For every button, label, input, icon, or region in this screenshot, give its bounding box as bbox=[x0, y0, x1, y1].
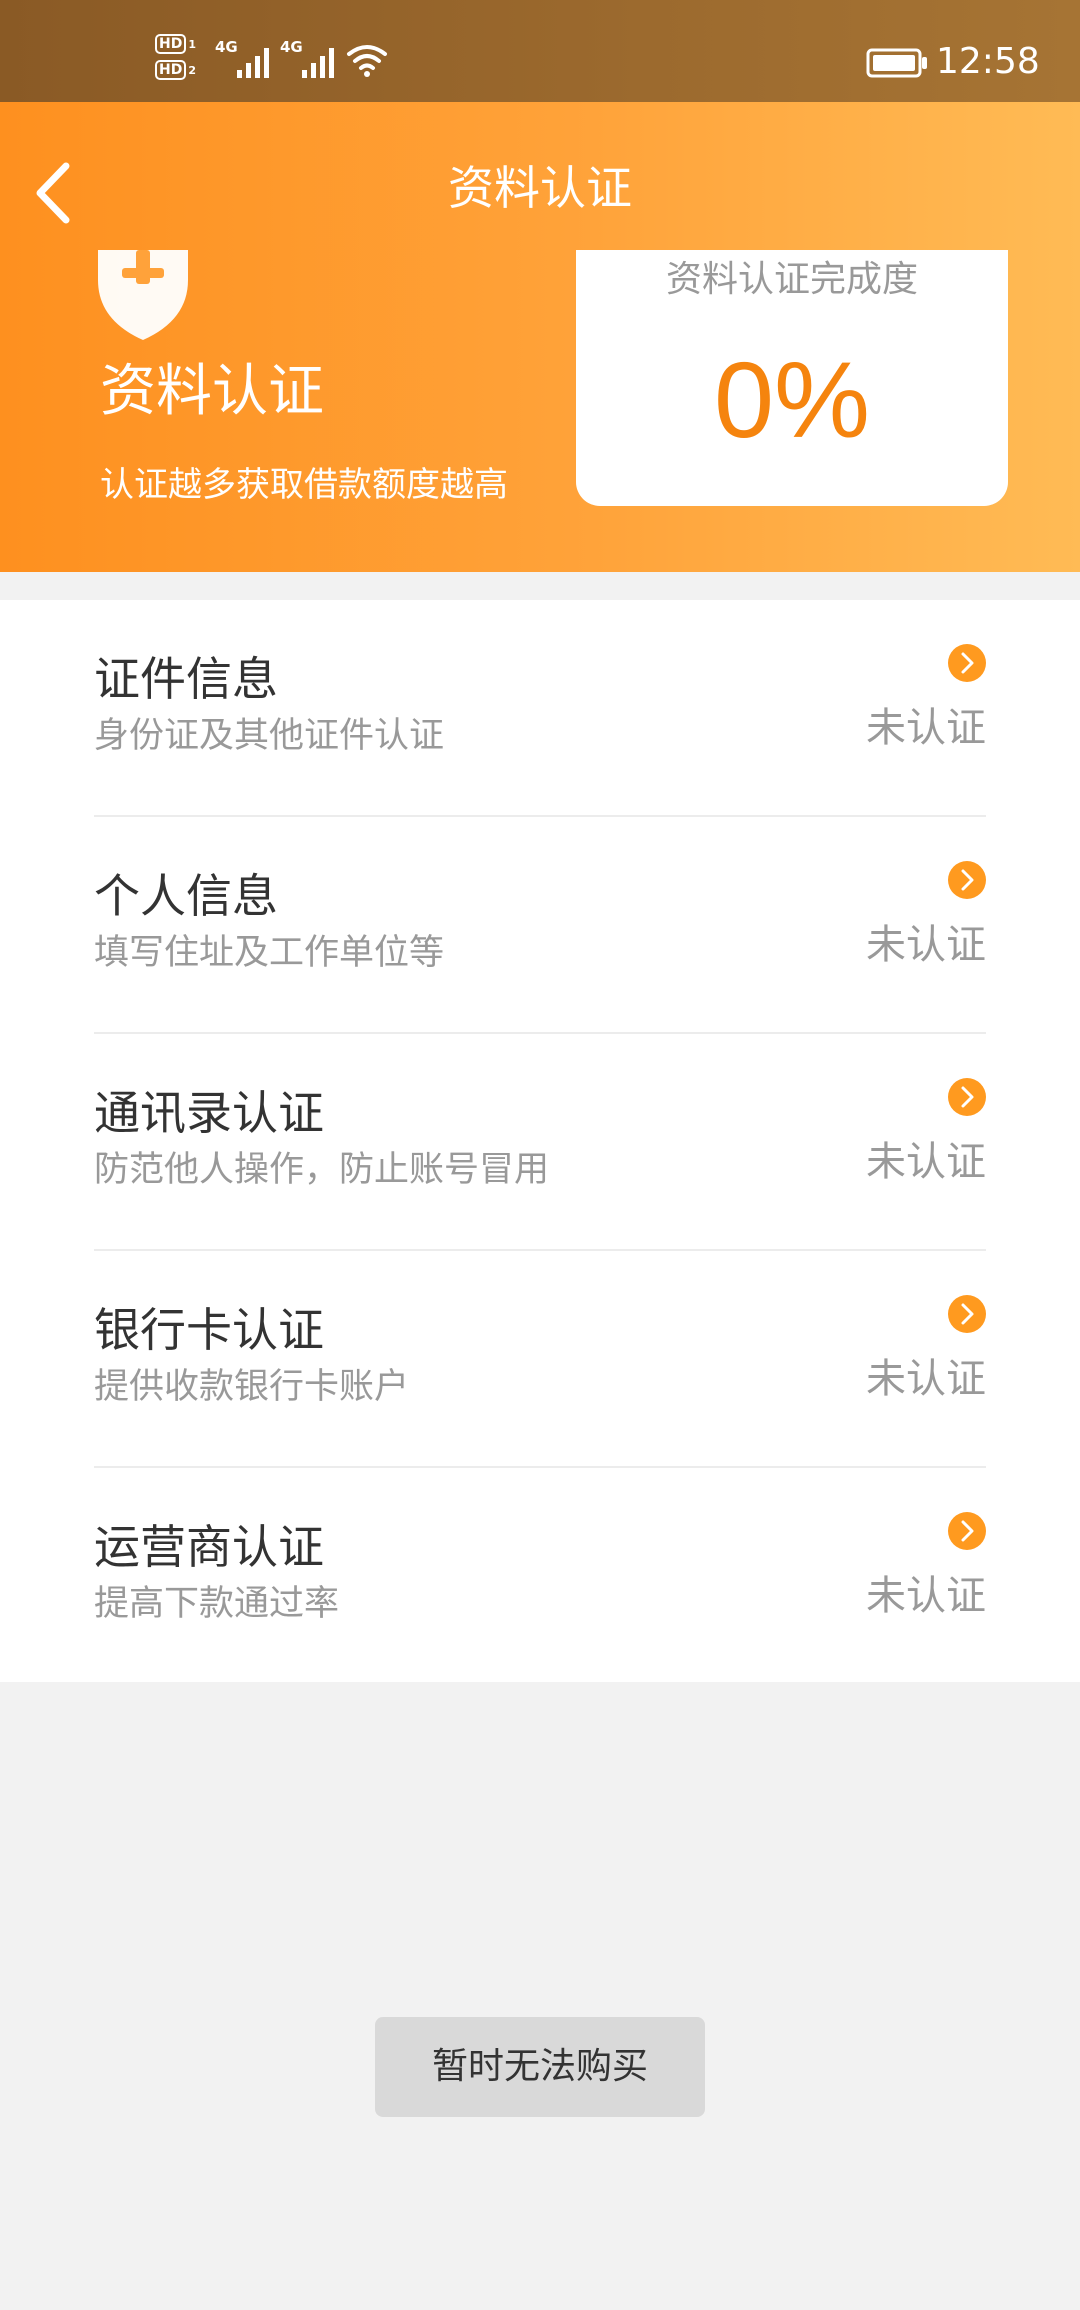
item-desc: 提供收款银行卡账户 bbox=[94, 1367, 410, 1407]
item-desc: 填写住址及工作单位等 bbox=[94, 933, 445, 973]
signal-icon bbox=[237, 48, 269, 78]
list-item-personal-info[interactable]: 个人信息 填写住址及工作单位等 未认证 bbox=[0, 817, 1080, 1034]
battery-icon bbox=[866, 48, 927, 78]
hero-subtitle: 认证越多获取借款额度越高 bbox=[100, 465, 508, 505]
hero-title: 资料认证 bbox=[100, 359, 324, 424]
list-item-id-info[interactable]: 证件信息 身份证及其他证件认证 未认证 bbox=[0, 600, 1080, 817]
shield-icon bbox=[98, 250, 188, 340]
hd1-sub: 1 bbox=[188, 38, 196, 51]
item-title: 通讯录认证 bbox=[94, 1086, 324, 1140]
hd2-indicator: HD 2 bbox=[155, 58, 205, 80]
status-time: 12:58 bbox=[936, 41, 1040, 82]
hd1-label: HD bbox=[155, 34, 187, 54]
status-badge: 未认证 bbox=[866, 1139, 986, 1185]
chevron-right-circle-icon[interactable] bbox=[948, 1078, 986, 1116]
status-badge: 未认证 bbox=[866, 1356, 986, 1402]
signal-icon bbox=[302, 48, 334, 78]
chevron-right-circle-icon[interactable] bbox=[948, 1512, 986, 1550]
item-desc: 身份证及其他证件认证 bbox=[94, 716, 445, 756]
item-title: 个人信息 bbox=[94, 869, 278, 923]
item-title: 证件信息 bbox=[94, 652, 278, 706]
hd1-indicator: HD 1 bbox=[155, 32, 205, 54]
header: 资料认证 资料认证 认证越多获取借款额度越高 资料认证完成度 0% bbox=[0, 102, 1080, 572]
item-title: 银行卡认证 bbox=[94, 1303, 324, 1357]
buy-button[interactable]: 暂时无法购买 bbox=[375, 2017, 705, 2117]
chevron-right-circle-icon[interactable] bbox=[948, 861, 986, 899]
chevron-right-circle-icon[interactable] bbox=[948, 644, 986, 682]
wifi-icon bbox=[347, 45, 387, 77]
item-desc: 提高下款通过率 bbox=[94, 1584, 340, 1624]
list-item-contacts[interactable]: 通讯录认证 防范他人操作，防止账号冒用 未认证 bbox=[0, 1034, 1080, 1251]
status-badge: 未认证 bbox=[866, 922, 986, 968]
item-title: 运营商认证 bbox=[94, 1520, 324, 1574]
list-item-carrier[interactable]: 运营商认证 提高下款通过率 未认证 bbox=[0, 1468, 1080, 1685]
status-badge: 未认证 bbox=[866, 1573, 986, 1619]
progress-label: 资料认证完成度 bbox=[665, 259, 918, 300]
verification-list: 证件信息 身份证及其他证件认证 未认证 个人信息 填写住址及工作单位等 未认证 … bbox=[0, 600, 1080, 1682]
hd2-sub: 2 bbox=[188, 64, 196, 77]
item-desc: 防范他人操作，防止账号冒用 bbox=[94, 1150, 550, 1190]
hd2-label: HD bbox=[155, 60, 187, 80]
progress-value: 0% bbox=[713, 339, 871, 460]
hd-indicators: HD 1 HD 2 bbox=[155, 32, 207, 84]
chevron-right-circle-icon[interactable] bbox=[948, 1295, 986, 1333]
progress-card: 资料认证完成度 0% bbox=[576, 250, 1008, 506]
page-title: 资料认证 bbox=[448, 161, 632, 215]
list-item-bank-card[interactable]: 银行卡认证 提供收款银行卡账户 未认证 bbox=[0, 1251, 1080, 1468]
status-badge: 未认证 bbox=[866, 705, 986, 751]
status-bar: HD 1 HD 2 4G 4G 12:58 bbox=[0, 0, 1080, 102]
